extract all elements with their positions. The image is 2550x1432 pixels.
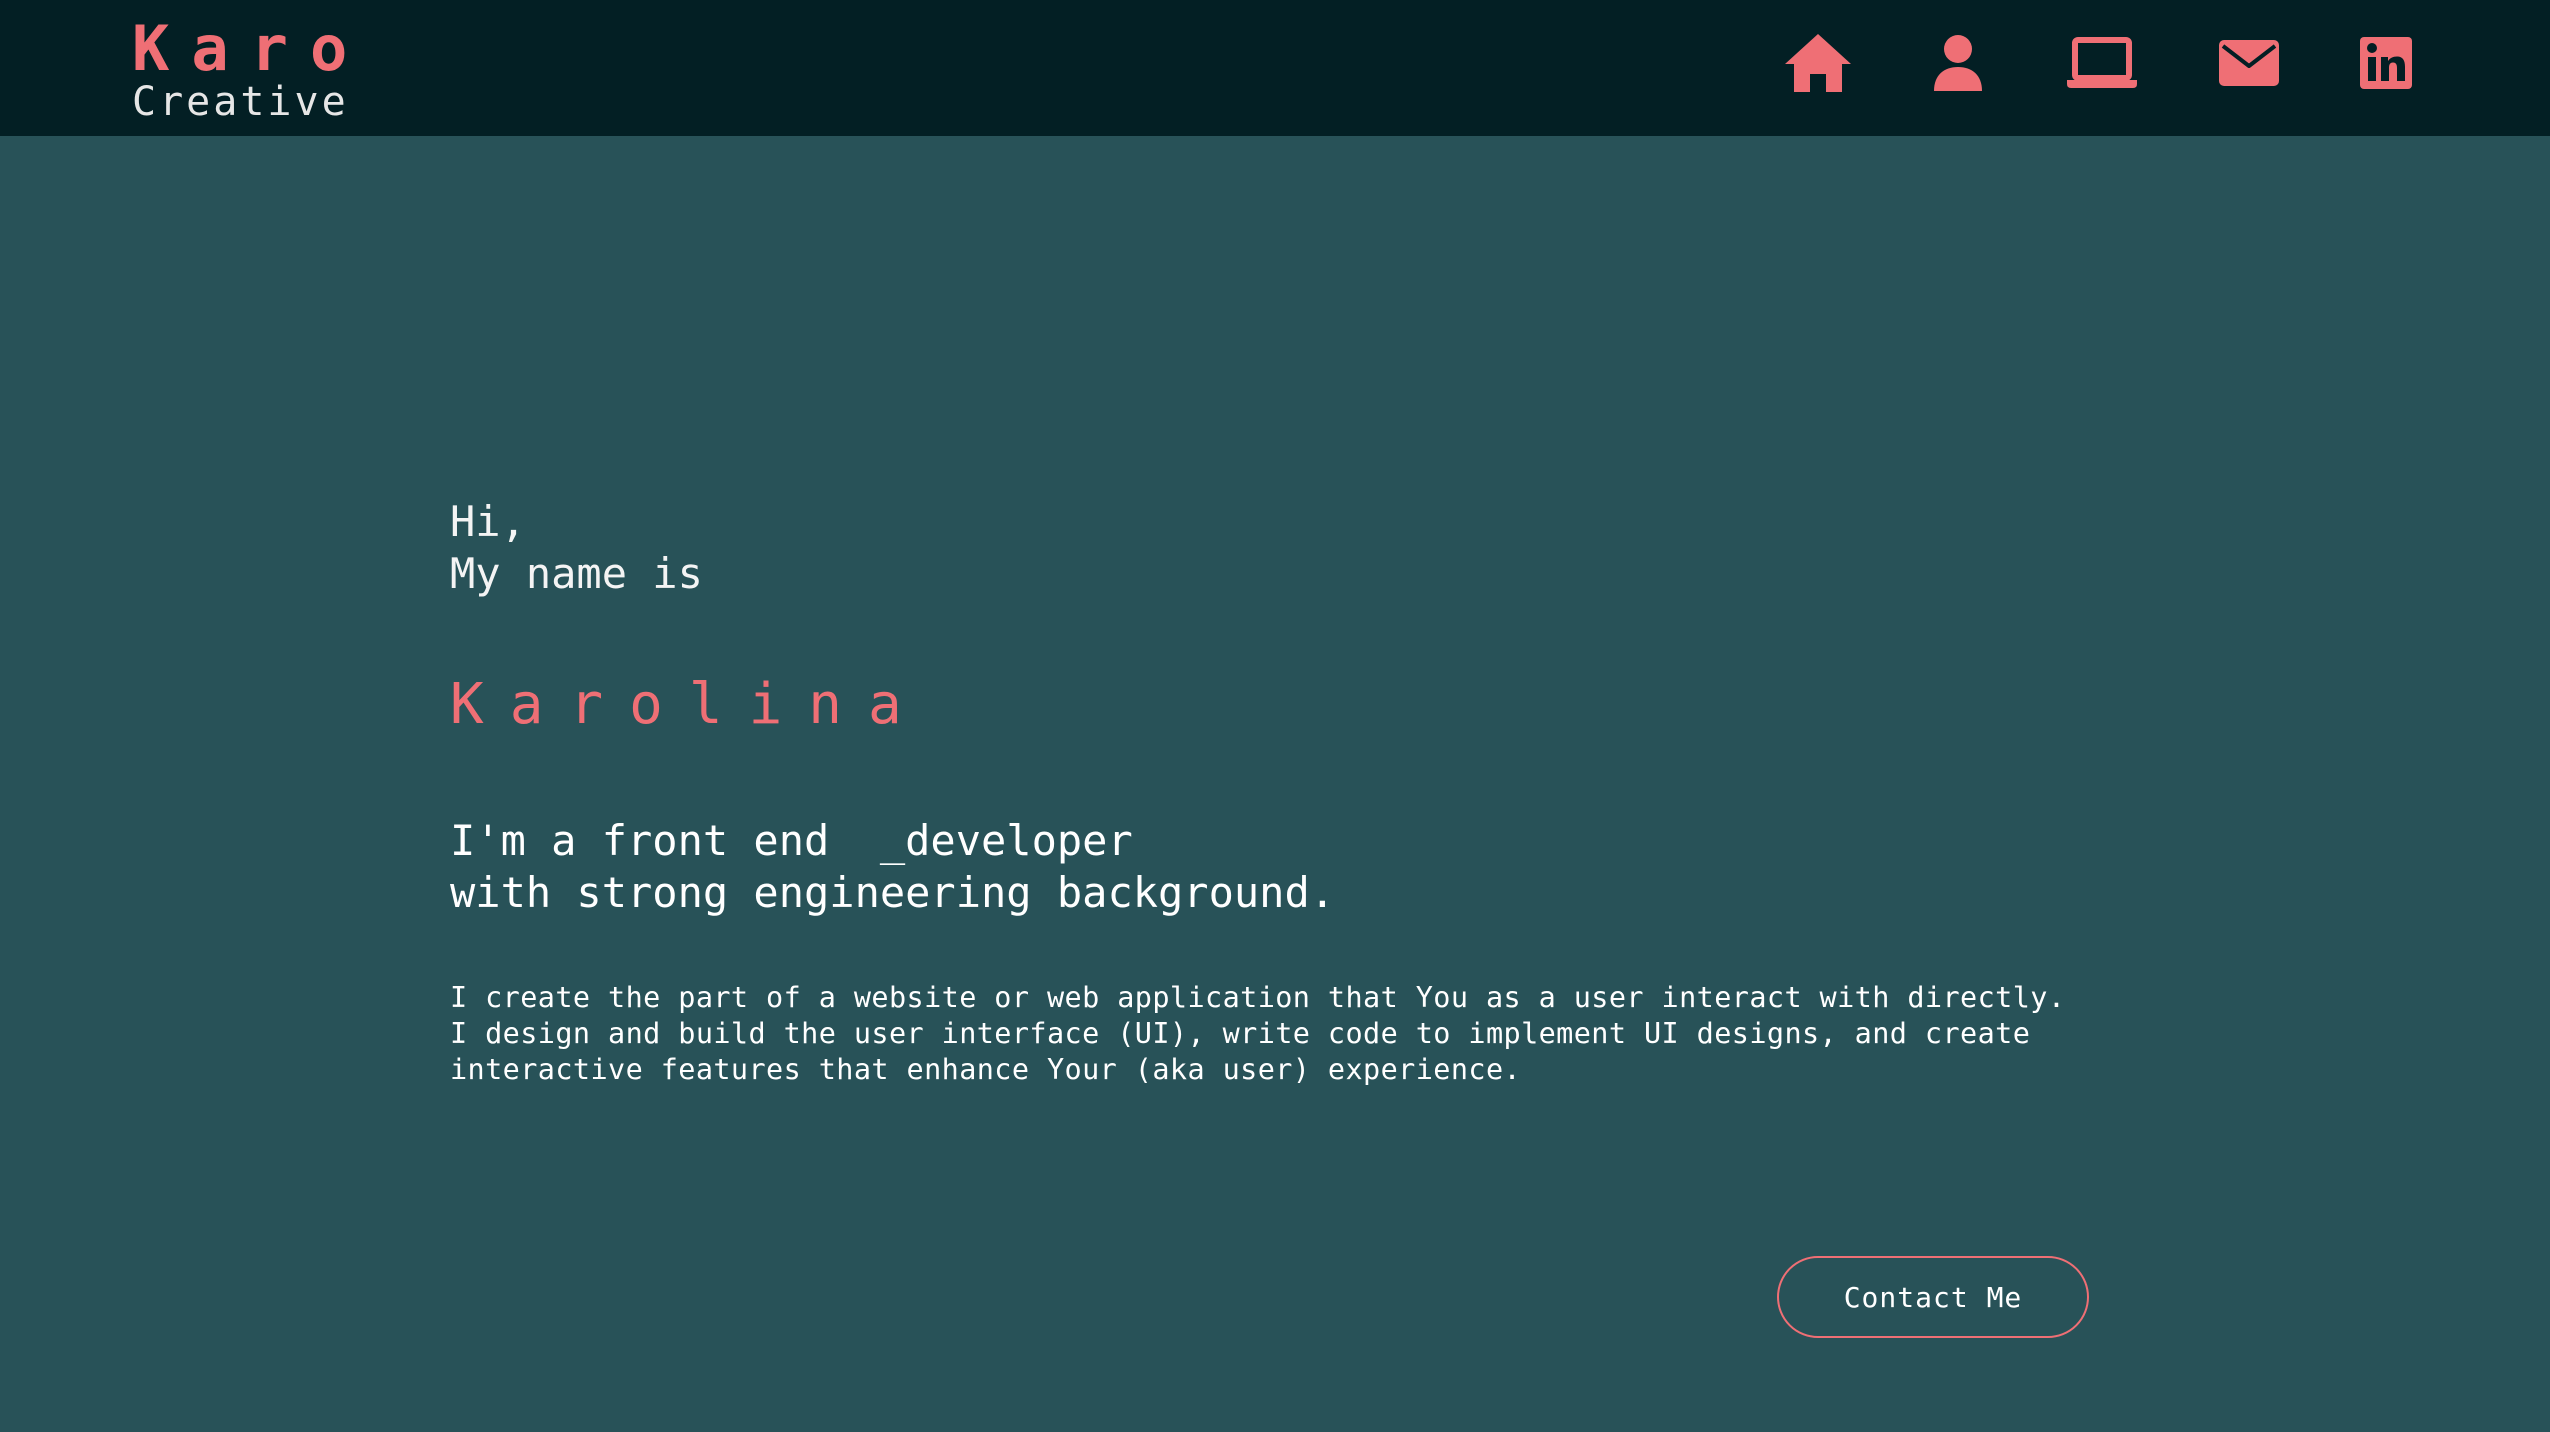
linkedin-icon — [2360, 37, 2412, 89]
logo[interactable]: Karo Creative — [132, 12, 370, 125]
nav-about-link[interactable] — [1922, 30, 1994, 96]
home-icon — [1785, 34, 1851, 92]
role-statement: I'm a front end _developer with strong e… — [450, 815, 1335, 919]
nav-contact-link[interactable] — [2213, 30, 2285, 96]
hero-description: I create the part of a website or web ap… — [450, 981, 2066, 1086]
logo-name: Karo — [132, 12, 370, 85]
contact-me-button[interactable]: Contact Me — [1777, 1256, 2089, 1338]
nav-portfolio-link[interactable] — [2066, 30, 2138, 96]
user-icon — [1934, 35, 1982, 91]
nav-linkedin-link[interactable] — [2350, 30, 2422, 96]
greeting-line-1: Hi, — [450, 497, 526, 546]
greeting-line-2: My name is — [450, 549, 703, 598]
navbar: Karo Creative — [0, 0, 2550, 136]
laptop-icon — [2067, 37, 2137, 88]
nav-home-link[interactable] — [1782, 30, 1854, 96]
envelope-icon — [2219, 40, 2279, 86]
hero-name: Karolina — [450, 672, 928, 737]
role-line-2: with strong engineering background. — [450, 868, 1336, 917]
logo-tagline: Creative — [132, 79, 349, 125]
greeting: Hi, My name is — [450, 496, 703, 600]
role-line-1: I'm a front end _developer — [450, 816, 1133, 865]
